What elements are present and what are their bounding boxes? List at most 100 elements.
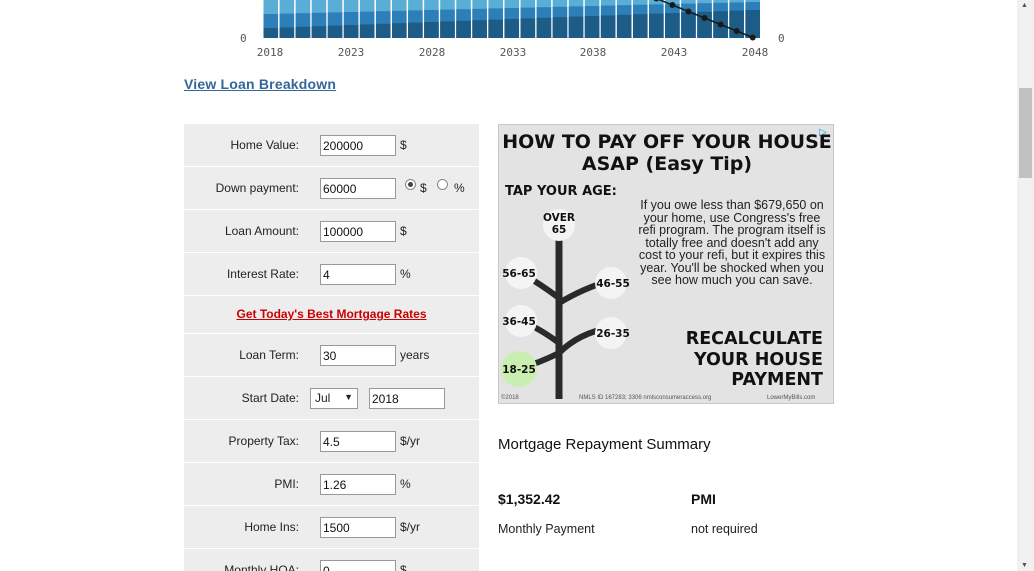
- scroll-down-icon[interactable]: ▼: [1021, 562, 1028, 569]
- ad-title-line-2: ASAP (Easy Tip): [581, 153, 753, 175]
- x-tick-label: 2023: [338, 46, 365, 59]
- home-ins-unit: $/yr: [400, 520, 421, 534]
- bar-interest: [343, 25, 359, 38]
- home-value-row: Home Value: $: [184, 124, 479, 167]
- start-year-input[interactable]: [369, 388, 445, 409]
- monthly-payment-label: Monthly Payment: [498, 522, 595, 536]
- down-payment-input[interactable]: [320, 178, 396, 199]
- bar-interest: [472, 20, 487, 38]
- advertisement-banner[interactable]: HOW TO PAY OFF YOUR HOUSE ASAP (Easy Tip…: [498, 124, 834, 404]
- bar-interest: [279, 27, 295, 38]
- bar-interest: [520, 18, 536, 38]
- ad-footer-nmls: NMLS ID 167283; 3306 nmlsconsumeraccess.…: [579, 395, 712, 401]
- pmi-input[interactable]: [320, 474, 396, 495]
- home-value-input[interactable]: [320, 135, 396, 156]
- down-payment-dollar-radio[interactable]: [405, 179, 416, 190]
- loan-amount-input[interactable]: [320, 221, 396, 242]
- bar-interest: [327, 25, 343, 38]
- bar-interest: [568, 16, 584, 38]
- monthly-hoa-label: Monthly HOA:: [224, 563, 299, 571]
- bar-interest: [504, 19, 520, 38]
- ad-cta-line-3: PAYMENT: [731, 370, 823, 390]
- balance-point: [685, 8, 692, 15]
- loan-term-label: Loan Term:: [239, 348, 299, 362]
- loan-term-unit: years: [400, 348, 430, 362]
- balance-point: [717, 21, 724, 28]
- ad-age-46-55: 46-55: [596, 278, 630, 290]
- monthly-payment-value: $1,352.42: [498, 491, 561, 507]
- loan-amount-unit: $: [400, 224, 407, 238]
- monthly-hoa-row: Monthly HOA: $: [184, 549, 479, 571]
- x-tick-label: 2018: [257, 46, 284, 59]
- interest-rate-row: Interest Rate: %: [184, 253, 479, 296]
- x-tick-label: 2043: [661, 46, 688, 59]
- x-tick-label: 2028: [419, 46, 446, 59]
- interest-rate-input[interactable]: [320, 264, 396, 285]
- ad-tap-age: TAP YOUR AGE:: [505, 184, 617, 199]
- pmi-unit: %: [400, 477, 411, 491]
- ad-footer-year: ©2018: [501, 395, 519, 401]
- loan-amount-row: Loan Amount: $: [184, 210, 479, 253]
- home-value-unit: $: [400, 138, 407, 152]
- adchoices-icon[interactable]: ▷: [819, 127, 831, 139]
- down-payment-row: Down payment: $ %: [184, 167, 479, 210]
- monthly-hoa-input[interactable]: [320, 560, 396, 571]
- bar-interest: [311, 26, 327, 38]
- best-mortgage-rates-link[interactable]: Get Today's Best Mortgage Rates: [184, 307, 479, 321]
- start-month-select[interactable]: Jul ▼: [310, 388, 358, 409]
- repayment-summary-title: Mortgage Repayment Summary: [498, 436, 711, 453]
- bar-interest: [295, 26, 311, 38]
- bar-interest: [456, 20, 471, 38]
- bar-interest: [600, 15, 616, 38]
- rates-link-row: Get Today's Best Mortgage Rates: [184, 296, 479, 334]
- ad-cta-line-2: YOUR HOUSE: [694, 349, 823, 370]
- loan-term-row: Loan Term: years: [184, 334, 479, 377]
- ad-age-over65-a: OVER: [543, 212, 575, 224]
- bar-interest: [488, 19, 503, 38]
- bar-interest: [552, 17, 568, 38]
- pmi-label: PMI:: [274, 477, 299, 491]
- home-value-label: Home Value:: [230, 138, 299, 152]
- loan-amount-label: Loan Amount:: [224, 224, 299, 238]
- home-ins-input[interactable]: [320, 517, 396, 538]
- pmi-summary-value: PMI: [691, 491, 716, 507]
- ad-title: HOW TO PAY OFF YOUR HOUSE ASAP (Easy Tip…: [499, 131, 833, 175]
- loan-term-input[interactable]: [320, 345, 396, 366]
- age-road-graphic: OVER 65 56-65 46-55 36-45 26-35 18-25: [501, 209, 630, 399]
- x-tick-label: 2048: [742, 46, 769, 59]
- interest-rate-unit: %: [400, 267, 411, 281]
- balance-point: [733, 28, 740, 34]
- property-tax-label: Property Tax:: [228, 434, 299, 448]
- y-axis-right-tick: 0: [778, 32, 785, 45]
- x-axis-ticks: 2018 2023 2028 2033 2038 2043 2048: [257, 46, 769, 59]
- ad-footer-brand: LowerMyBills.com: [767, 395, 816, 401]
- balance-point: [749, 34, 756, 41]
- home-ins-label: Home Ins:: [244, 520, 299, 534]
- bar-interest: [424, 22, 439, 38]
- bar-interest: [665, 13, 680, 38]
- view-loan-breakdown-link[interactable]: View Loan Breakdown: [184, 76, 336, 92]
- start-month-value: Jul: [315, 391, 331, 405]
- ad-cta: RECALCULATE YOUR HOUSE PAYMENT: [686, 329, 823, 391]
- bar-interest: [392, 23, 407, 38]
- ad-body-text: If you owe less than $679,650 on your ho…: [638, 198, 826, 287]
- bar-interest: [649, 13, 664, 38]
- down-payment-percent-radio[interactable]: [437, 179, 448, 190]
- scrollbar-thumb[interactable]: [1019, 88, 1032, 178]
- ad-cta-line-1: RECALCULATE: [685, 329, 823, 349]
- chevron-down-icon: ▼: [344, 392, 353, 402]
- scroll-up-icon[interactable]: ▲: [1021, 2, 1028, 9]
- property-tax-input[interactable]: [320, 431, 396, 452]
- bar-interest: [745, 10, 760, 38]
- down-payment-percent-label: %: [454, 181, 465, 195]
- bar-interest: [681, 12, 696, 38]
- monthly-hoa-unit: $: [400, 563, 407, 571]
- start-date-label: Start Date:: [241, 391, 299, 405]
- ad-title-line-1: HOW TO PAY OFF YOUR HOUSE: [502, 131, 832, 153]
- balance-point: [701, 15, 708, 21]
- ad-age-56-65: 56-65: [502, 268, 536, 280]
- x-tick-label: 2038: [580, 46, 607, 59]
- vertical-scrollbar[interactable]: ▲ ▼: [1017, 0, 1034, 571]
- y-axis-left-tick: 0: [240, 32, 247, 45]
- property-tax-unit: $/yr: [400, 434, 421, 448]
